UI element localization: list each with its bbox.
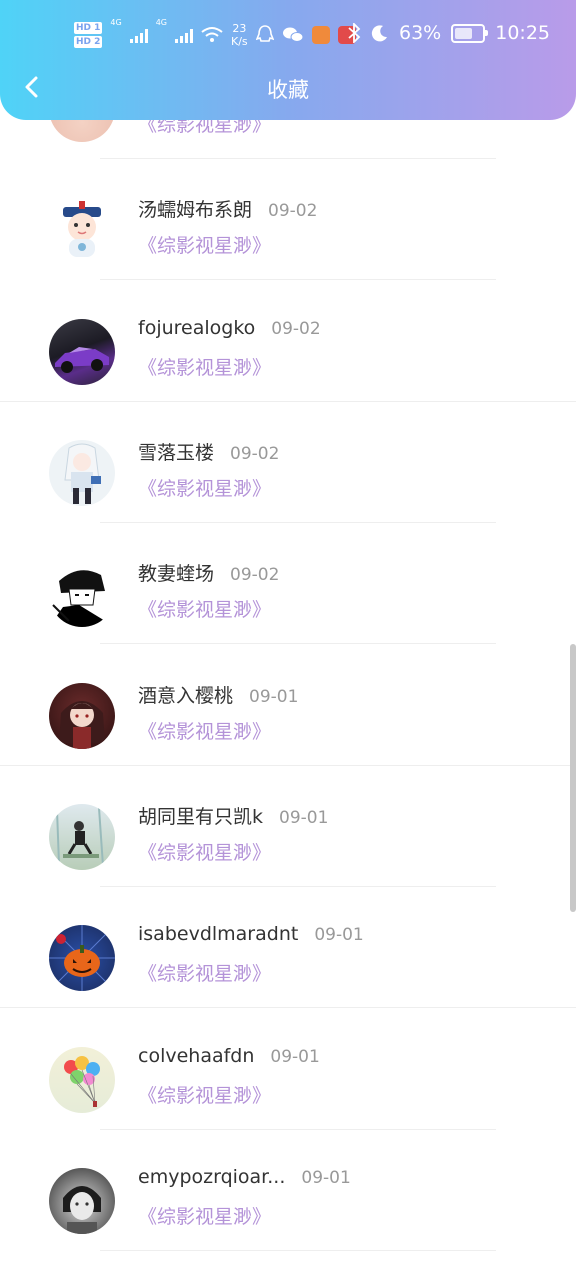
book-title[interactable]: 《综影视星渺》 <box>138 474 271 501</box>
avatar[interactable] <box>49 319 115 385</box>
header: HD 1 HD 2 4G 4G 23 K/s 63% 10:25 收藏 <box>0 0 576 120</box>
username[interactable]: 胡同里有只凯k <box>138 802 263 829</box>
date: 09-01 <box>301 1168 351 1188</box>
username[interactable]: isabevdlmaradnt <box>138 923 298 945</box>
username[interactable]: fojurealogko <box>138 317 255 339</box>
book-title[interactable]: 《综影视星渺》 <box>138 595 271 622</box>
name-row: 雪落玉楼 09-02 <box>138 438 279 465</box>
anime-white-hair-icon <box>64 443 101 504</box>
date: 09-02 <box>271 319 321 339</box>
hd-indicators: HD 1 HD 2 <box>74 22 103 48</box>
signal-bars-2-icon <box>175 27 193 43</box>
cartoon-official-avatar-icon <box>63 201 101 257</box>
avatar[interactable] <box>49 804 115 870</box>
username[interactable]: emypozrqioar... <box>138 1166 285 1188</box>
nav-bar: 收藏 <box>0 64 576 110</box>
name-row: colvehaafdn 09-01 <box>138 1045 320 1067</box>
avatar[interactable] <box>49 561 115 627</box>
pumpkin-icon <box>49 925 115 991</box>
battery-icon <box>451 23 489 43</box>
book-title[interactable]: 《综影视星渺》 <box>138 353 271 380</box>
balloons-icon <box>64 1056 100 1107</box>
avatar[interactable] <box>49 440 115 506</box>
wifi-icon <box>201 27 223 42</box>
name-row: 汤蠕姆布系朗 09-02 <box>138 195 317 222</box>
status-right: 63% 10:25 <box>347 22 550 44</box>
list-item[interactable]: fojurealogko 09-02 《综影视星渺》 <box>0 281 576 402</box>
divider <box>0 1007 576 1008</box>
hd1-badge: HD 1 <box>74 22 103 34</box>
divider <box>100 279 496 280</box>
bw-photo-icon <box>63 1186 101 1234</box>
list-item[interactable]: 胡同里有只凯k 09-01 《综影视星渺》 <box>0 766 576 887</box>
network-speed: 23 K/s <box>231 22 248 48</box>
list-item[interactable]: 雪落玉楼 09-02 《综影视星渺》 <box>0 402 576 523</box>
book-title[interactable]: 《综影视星渺》 <box>138 231 271 258</box>
page: 《综影视星渺》 汤蠕姆布系朗 09-02 《综影视星渺》 fojurealogk… <box>0 0 576 1280</box>
username[interactable]: colvehaafdn <box>138 1045 254 1067</box>
date: 09-01 <box>314 925 364 945</box>
list-item[interactable]: colvehaafdn 09-01 《综影视星渺》 <box>0 1009 576 1130</box>
page-title: 收藏 <box>267 78 309 102</box>
avatar[interactable] <box>49 1047 115 1113</box>
clock: 10:25 <box>495 22 550 44</box>
anime-girl-icon <box>59 701 105 749</box>
name-row: fojurealogko 09-02 <box>138 317 321 339</box>
book-title[interactable]: 《综影视星渺》 <box>138 959 271 986</box>
avatar[interactable] <box>49 197 115 263</box>
network-type-2: 4G <box>155 18 167 27</box>
avatar[interactable] <box>49 1168 115 1234</box>
status-left: HD 1 HD 2 4G 4G 23 K/s <box>74 18 356 52</box>
qq-icon <box>255 25 274 42</box>
book-title[interactable]: 《综影视星渺》 <box>138 1081 271 1108</box>
date: 09-01 <box>270 1047 320 1067</box>
name-row: emypozrqioar... 09-01 <box>138 1166 351 1188</box>
book-title[interactable]: 《综影视星渺》 <box>138 1202 271 1229</box>
name-row: 教妻蝰场 09-02 <box>138 559 279 586</box>
date: 09-02 <box>268 201 318 221</box>
book-title[interactable]: 《综影视星渺》 <box>138 838 271 865</box>
bluetooth-icon <box>348 23 361 43</box>
network-type-1: 4G <box>110 18 122 27</box>
book-title[interactable]: 《综影视星渺》 <box>138 717 271 744</box>
username[interactable]: 教妻蝰场 <box>138 559 214 586</box>
moon-icon <box>371 25 387 42</box>
battery-percent: 63% <box>399 22 442 44</box>
divider <box>100 643 496 644</box>
username[interactable]: 雪落玉楼 <box>138 438 214 465</box>
purple-car-icon <box>55 347 109 373</box>
speed-value: 23 <box>232 22 247 35</box>
name-row: 酒意入樱桃 09-01 <box>138 681 298 708</box>
speed-unit: K/s <box>231 35 248 48</box>
scrollbar[interactable] <box>570 644 576 912</box>
seated-figure-icon <box>56 807 104 867</box>
divider <box>100 1250 496 1251</box>
avatar[interactable] <box>49 925 115 991</box>
date: 09-02 <box>230 565 280 585</box>
video-app-icon <box>311 26 330 44</box>
date: 09-01 <box>279 808 329 828</box>
list-item[interactable]: 酒意入樱桃 09-01 《综影视星渺》 <box>0 645 576 766</box>
battery-fill <box>455 27 472 39</box>
name-row: 胡同里有只凯k 09-01 <box>138 802 328 829</box>
wechat-icon <box>282 27 304 42</box>
list-item[interactable]: 汤蠕姆布系朗 09-02 《综影视星渺》 <box>0 159 576 280</box>
date: 09-02 <box>230 444 280 464</box>
username[interactable]: 汤蠕姆布系朗 <box>138 195 252 222</box>
list-item[interactable]: 教妻蝰场 09-02 《综影视星渺》 <box>0 523 576 644</box>
status-bar: HD 1 HD 2 4G 4G 23 K/s 63% 10:25 <box>0 0 576 68</box>
list-item[interactable]: isabevdlmaradnt 09-01 《综影视星渺》 <box>0 887 576 1008</box>
hd2-badge: HD 2 <box>74 36 103 48</box>
sketch-portrait-icon <box>49 570 115 627</box>
list-item[interactable]: emypozrqioar... 09-01 《综影视星渺》 <box>0 1130 576 1251</box>
avatar[interactable] <box>49 683 115 749</box>
username[interactable]: 酒意入樱桃 <box>138 681 233 708</box>
date: 09-01 <box>249 687 299 707</box>
signal-bars-1-icon <box>129 27 148 43</box>
name-row: isabevdlmaradnt 09-01 <box>138 923 364 945</box>
